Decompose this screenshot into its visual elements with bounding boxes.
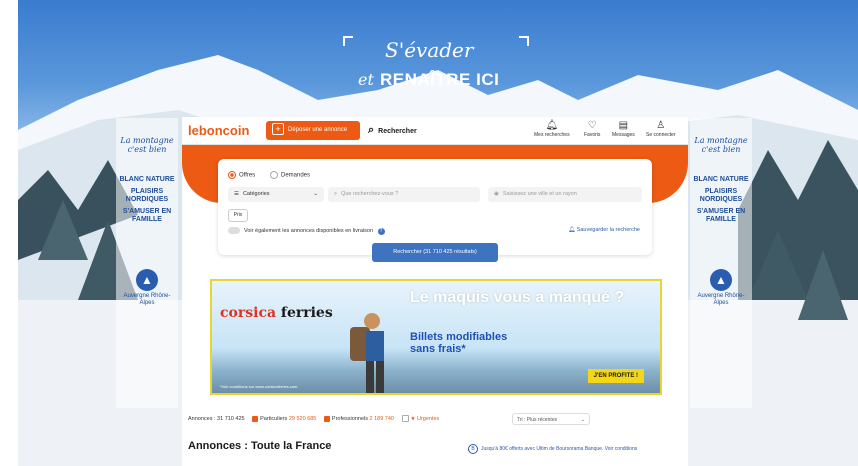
user-icon: ♙ bbox=[656, 120, 666, 131]
info-icon[interactable]: ? bbox=[377, 227, 385, 235]
deposit-label: Déposer une annonce bbox=[288, 127, 348, 133]
hero-line2-script: et bbox=[358, 70, 374, 89]
radio-offres[interactable]: Offres bbox=[228, 171, 255, 179]
right-side-banner[interactable]: La montagne c'est bien BLANC NATURE PLAI… bbox=[690, 118, 752, 408]
pros-checkbox[interactable] bbox=[323, 415, 330, 422]
search-tab-label: Rechercher bbox=[378, 128, 417, 135]
ad-brand-b: ferries bbox=[280, 305, 333, 321]
plus-icon: + bbox=[272, 123, 284, 136]
mountain-logo-icon: ▲ bbox=[136, 269, 158, 291]
particuliers-label: Particuliers bbox=[260, 415, 288, 422]
side-region: Auvergne Rhône-Alpes bbox=[697, 293, 745, 306]
ad-fineprint: *Voir conditions sur www.corsicaferries.… bbox=[220, 384, 298, 389]
results-filter-row: Annonces : 31 710 425 Particuliers 29 52… bbox=[188, 415, 439, 422]
category-select[interactable]: ☰ Catégories ⌄ bbox=[228, 187, 324, 202]
radio-dot bbox=[270, 171, 278, 179]
results-total: Annonces : 31 710 425 bbox=[188, 415, 245, 422]
sort-select[interactable]: Tri : Plus récentes ⌄ bbox=[512, 413, 590, 425]
star-icon: ★ bbox=[410, 415, 416, 422]
nav-label: Messages bbox=[612, 132, 635, 138]
search-icon: ⌕ bbox=[368, 124, 375, 136]
ad-cta-button[interactable]: J'EN PROFITE ! bbox=[587, 369, 644, 383]
nav-login[interactable]: ♙ Se connecter bbox=[646, 120, 675, 138]
message-icon: ▤ bbox=[618, 120, 629, 131]
category-label: Catégories bbox=[242, 191, 270, 197]
urgentes-label: Urgentes bbox=[416, 415, 440, 422]
side-line-1: BLANC NATURE bbox=[693, 176, 749, 183]
sort-label: Tri : Plus récentes bbox=[517, 417, 558, 423]
pros-label: Professionnels bbox=[331, 415, 368, 422]
price-filter[interactable]: Prix bbox=[228, 209, 248, 222]
side-script: La montagne c'est bien bbox=[120, 136, 174, 154]
side-line-3: S'AMUSER EN FAMILLE bbox=[696, 208, 746, 223]
location-pin-icon: ◉ bbox=[494, 191, 499, 197]
ad-subtitle: Billets modifiables sans frais* bbox=[410, 331, 508, 355]
side-line-1: BLANC NATURE bbox=[119, 176, 175, 183]
chevron-down-icon: ⌄ bbox=[313, 191, 318, 197]
location-input[interactable]: ◉ Saisissez une ville et un rayon bbox=[488, 187, 642, 202]
side-region: Auvergne Rhône-Alpes bbox=[123, 293, 171, 306]
radio-dot bbox=[228, 171, 236, 179]
ad-brand-logo: corsica ferries bbox=[220, 305, 333, 321]
mountain-logo-icon: ▲ bbox=[710, 269, 732, 291]
radio-label: Offres bbox=[239, 172, 256, 179]
delivery-toggle[interactable] bbox=[228, 227, 240, 234]
hero-line1: S'évader bbox=[385, 38, 474, 62]
nav-my-searches[interactable]: 🔔︎ Mes recherches bbox=[534, 120, 570, 138]
nav-label: Mes recherches bbox=[534, 132, 570, 138]
list-icon: ☰ bbox=[234, 191, 239, 197]
deposit-ad-button[interactable]: + Déposer une annonce bbox=[266, 121, 360, 140]
promo-text: Jusqu'à 80€ offerts avec Ultim de Bourso… bbox=[481, 446, 638, 452]
nav-label: Favoris bbox=[584, 132, 601, 138]
leboncoin-logo[interactable]: leboncoin bbox=[188, 123, 249, 138]
delivery-label: Voir également les annonces disponibles … bbox=[244, 227, 374, 234]
heart-icon: ♡ bbox=[587, 120, 597, 131]
search-tab[interactable]: ⌕ Rechercher bbox=[368, 121, 417, 141]
search-submit-button[interactable]: Rechercher (31 710 425 résultats) bbox=[372, 243, 498, 262]
nav-messages[interactable]: ▤ Messages bbox=[612, 120, 635, 138]
promo-link[interactable]: B Jusqu'à 80€ offerts avec Ultim de Bours… bbox=[468, 444, 637, 454]
search-icon: ⌕ bbox=[334, 191, 338, 197]
bell-icon: 🔔︎ bbox=[545, 120, 559, 131]
chevron-down-icon: ⌄ bbox=[580, 417, 585, 423]
location-placeholder: Saisissez une ville et un rayon bbox=[502, 191, 577, 197]
nav-label: Se connecter bbox=[646, 132, 676, 138]
query-placeholder: Que recherchez-vous ? bbox=[341, 191, 399, 197]
main-content: leboncoin + Déposer une annonce ⌕ Recherch… bbox=[182, 117, 688, 466]
frame-corner-tr bbox=[519, 36, 529, 46]
hero-line2-bold: RENAÎTRE ICI bbox=[380, 70, 500, 89]
page-title: Annonces : Toute la France bbox=[188, 440, 332, 452]
delivery-toggle-row[interactable]: Voir également les annonces disponibles … bbox=[228, 227, 385, 235]
boursorama-icon: B bbox=[468, 444, 478, 454]
ad-headline: Le maquis vous a manqué ? bbox=[410, 289, 625, 306]
top-navbar: leboncoin + Déposer une annonce ⌕ Recherch… bbox=[182, 117, 688, 145]
pros-count: 2 189 740 bbox=[369, 415, 394, 422]
search-card: Offres Demandes ☰ Catégories ⌄ ⌕ Que recher… bbox=[218, 159, 652, 255]
save-search-label: Sauvegarder la recherche bbox=[576, 227, 640, 233]
urgentes-checkbox[interactable] bbox=[401, 415, 409, 422]
side-line-2: PLAISIRS NORDIQUES bbox=[699, 188, 743, 203]
query-input[interactable]: ⌕ Que recherchez-vous ? bbox=[328, 187, 480, 202]
bell-icon: 🔔︎ bbox=[568, 227, 576, 233]
side-line-2: PLAISIRS NORDIQUES bbox=[125, 188, 169, 203]
frame-corner-tl bbox=[343, 36, 353, 46]
nav-favorites[interactable]: ♡ Favoris bbox=[584, 120, 600, 138]
side-line-3: S'AMUSER EN FAMILLE bbox=[122, 208, 172, 223]
radio-label: Demandes bbox=[281, 172, 311, 179]
ad-brand-a: corsica bbox=[220, 305, 277, 321]
particuliers-count: 29 520 685 bbox=[288, 415, 317, 422]
hiker-illustration bbox=[350, 313, 384, 393]
radio-demandes[interactable]: Demandes bbox=[270, 171, 310, 179]
particuliers-checkbox[interactable] bbox=[252, 415, 259, 422]
corsica-ferries-ad[interactable]: corsica ferries Le maquis vous a manqué … bbox=[210, 279, 662, 395]
side-script: La montagne c'est bien bbox=[694, 136, 748, 154]
save-search-link[interactable]: 🔔︎ Sauvegarder la recherche bbox=[568, 227, 640, 233]
left-side-banner[interactable]: La montagne c'est bien BLANC NATURE PLAI… bbox=[116, 118, 178, 408]
